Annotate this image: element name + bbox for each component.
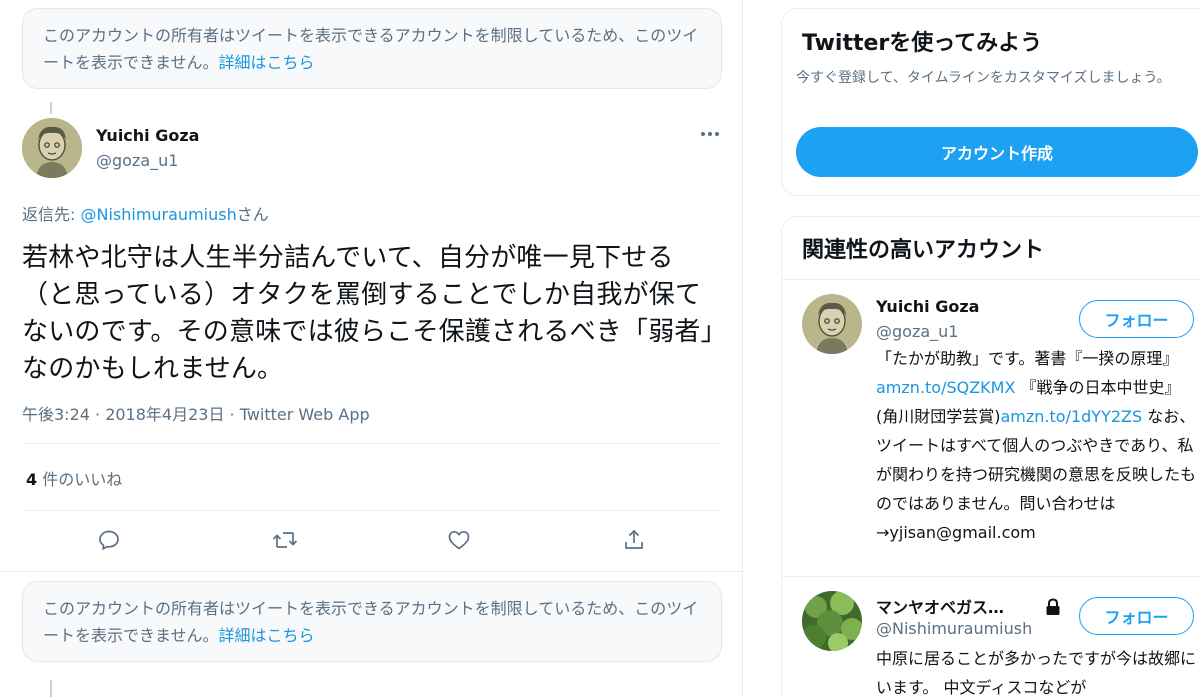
divider: [22, 510, 722, 511]
bio-text: なお、ツイートはすべて個人のつぶやきであり、私が関わりを持つ研究機関の意思を反映…: [876, 407, 1197, 542]
account-name[interactable]: マンヤオベガス…: [876, 594, 1004, 618]
share-icon[interactable]: [616, 522, 652, 558]
reply-icon[interactable]: [91, 522, 127, 558]
account-bio: 「たかが助教」です。著書『一揆の原理』amzn.to/SQZKMX 『戦争の日本…: [876, 344, 1200, 547]
more-horizontal-icon[interactable]: [698, 122, 722, 146]
restricted-tweet-notice: このアカウントの所有者はツイートを表示できるアカウントを制限しているため、このツ…: [22, 581, 722, 662]
reply-handle-link[interactable]: @Nishimuraumiush: [80, 205, 236, 224]
tweet-actions: [22, 522, 722, 558]
divider: [782, 279, 1200, 280]
divider: [782, 576, 1200, 577]
follow-button[interactable]: フォロー: [1079, 300, 1194, 338]
bio-link[interactable]: amzn.to/SQZKMX: [876, 378, 1015, 397]
follow-button[interactable]: フォロー: [1079, 597, 1194, 635]
main-column: このアカウントの所有者はツイートを表示できるアカウントを制限しているため、このツ…: [0, 0, 743, 697]
related-accounts-title: 関連性の高いアカウント: [802, 238, 1045, 263]
account-avatar[interactable]: [802, 294, 862, 354]
restricted-tweet-notice: このアカウントの所有者はツイートを表示できるアカウントを制限しているため、このツ…: [22, 8, 722, 89]
reply-suffix: さん: [236, 205, 269, 224]
retweet-icon[interactable]: [267, 522, 303, 558]
restricted-notice-text: このアカウントの所有者はツイートを表示できるアカウントを制限しているため、このツ…: [43, 26, 699, 72]
author-handle[interactable]: @goza_u1: [96, 151, 178, 170]
author-avatar[interactable]: [22, 118, 82, 178]
tweet-header: Yuichi Goza @goza_u1: [22, 118, 722, 180]
restricted-notice-text: このアカウントの所有者はツイートを表示できるアカウントを制限しているため、このツ…: [43, 599, 699, 645]
bio-link[interactable]: amzn.to/1dYY2ZS: [1001, 407, 1143, 426]
author-name[interactable]: Yuichi Goza: [96, 126, 199, 145]
learn-more-link[interactable]: 詳細はこちら: [219, 53, 315, 72]
account-name[interactable]: Yuichi Goza: [876, 297, 979, 316]
account-handle[interactable]: @Nishimuraumiush: [876, 619, 1032, 638]
likes-label: 件のいいね: [37, 470, 123, 489]
likes-number: 4: [26, 470, 38, 489]
thread-connector-line: [50, 680, 52, 697]
reply-context: 返信先: @Nishimuraumiushさん: [22, 201, 269, 225]
account-avatar[interactable]: [802, 591, 862, 651]
tweet-timestamp[interactable]: 午後3:24 · 2018年4月23日 · Twitter Web App: [22, 401, 370, 425]
like-icon[interactable]: [441, 522, 477, 558]
create-account-button[interactable]: アカウント作成: [796, 127, 1198, 177]
reply-prefix: 返信先:: [22, 205, 81, 224]
learn-more-link[interactable]: 詳細はこちら: [219, 626, 315, 645]
account-handle[interactable]: @goza_u1: [876, 322, 958, 341]
try-twitter-title: Twitterを使ってみよう: [802, 31, 1043, 56]
tweet-text: 若林や北守は人生半分詰んでいて、自分が唯一見下せる（と思っている）オタクを罵倒す…: [22, 243, 714, 384]
lock-icon: [1043, 597, 1063, 617]
tweet-separator: [0, 571, 743, 572]
divider: [22, 443, 722, 444]
try-twitter-card: Twitterを使ってみよう 今すぐ登録して、タイムラインをカスタマイズしましょ…: [781, 8, 1200, 196]
try-twitter-subtitle: 今すぐ登録して、タイムラインをカスタマイズしましょう。: [796, 70, 1171, 86]
related-accounts-card: 関連性の高いアカウント Yuichi Goza @goza_u1 フォロー 「た…: [781, 216, 1200, 697]
bio-text: 「たかが助教」です。著書『一揆の原理』: [876, 349, 1179, 368]
account-bio: 中原に居ることが多かったですが今は故郷にいます。 中文ディスコなどが: [876, 649, 1197, 697]
likes-count[interactable]: 4 件のいいね: [26, 466, 122, 490]
thread-connector-line: [50, 102, 52, 114]
